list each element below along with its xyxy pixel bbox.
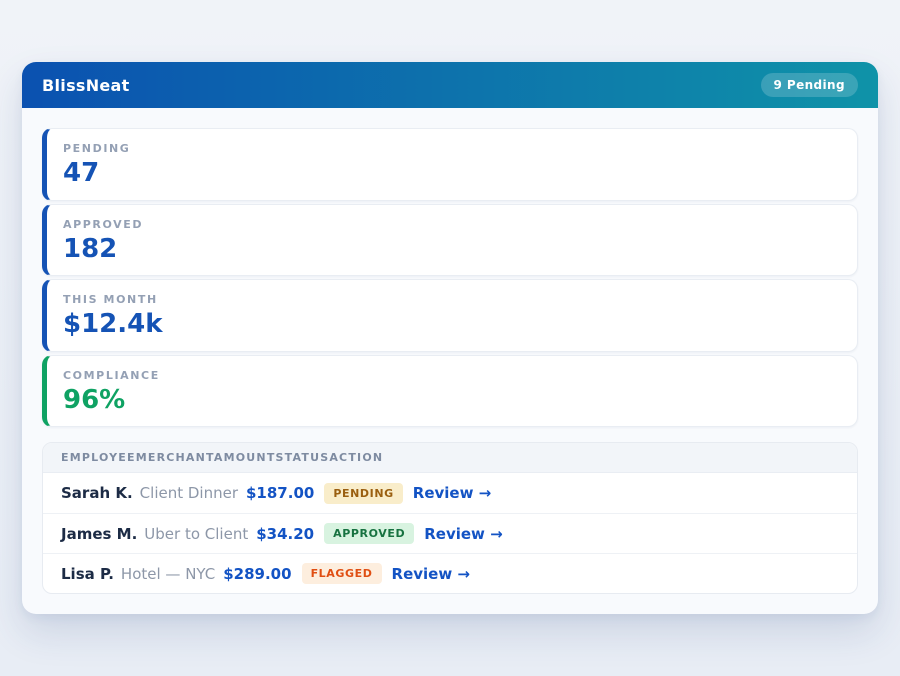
status-badge: FLAGGED	[302, 563, 382, 584]
stat-value: 182	[63, 235, 841, 264]
app-header: BlissNeat 9 Pending	[22, 62, 878, 108]
expense-amount: $187.00	[246, 484, 314, 502]
expense-amount: $289.00	[223, 565, 291, 583]
column-header-status: STATUS	[276, 451, 330, 464]
stat-value: 47	[63, 159, 841, 188]
expense-table: EMPLOYEEMERCHANTAMOUNTSTATUSACTION Sarah…	[42, 442, 858, 594]
status-badge: APPROVED	[324, 523, 414, 544]
pending-count-badge: 9 Pending	[761, 73, 858, 97]
app-title: BlissNeat	[42, 76, 130, 95]
table-row[interactable]: James M. Uber to Client $34.20 APPROVED …	[43, 513, 857, 553]
stat-card-this-month: THIS MONTH $12.4k	[42, 279, 858, 352]
stat-card-pending: PENDING 47	[42, 128, 858, 201]
merchant-name: Client Dinner	[140, 484, 238, 502]
stat-label: THIS MONTH	[63, 293, 841, 306]
table-header-row: EMPLOYEEMERCHANTAMOUNTSTATUSACTION	[43, 443, 857, 473]
employee-name: Lisa P.	[61, 565, 114, 583]
main-content: PENDING 47 APPROVED 182 THIS MONTH $12.4…	[22, 108, 878, 614]
merchant-name: Hotel — NYC	[121, 565, 215, 583]
stat-value: 96%	[63, 386, 841, 415]
employee-name: Sarah K.	[61, 484, 133, 502]
table-row[interactable]: Lisa P. Hotel — NYC $289.00 FLAGGED Revi…	[43, 553, 857, 593]
column-header-merchant: MERCHANT	[136, 451, 214, 464]
app-window: BlissNeat 9 Pending PENDING 47 APPROVED …	[22, 62, 878, 614]
stat-card-approved: APPROVED 182	[42, 204, 858, 277]
status-badge: PENDING	[324, 483, 402, 504]
column-header-amount: AMOUNT	[214, 451, 276, 464]
review-link[interactable]: Review →	[413, 484, 491, 502]
column-header-action: ACTION	[329, 451, 383, 464]
expense-amount: $34.20	[256, 525, 314, 543]
stat-value: $12.4k	[63, 310, 841, 339]
employee-name: James M.	[61, 525, 137, 543]
review-link[interactable]: Review →	[392, 565, 470, 583]
column-header-employee: EMPLOYEE	[61, 451, 136, 464]
stat-label: APPROVED	[63, 218, 841, 231]
review-link[interactable]: Review →	[424, 525, 502, 543]
stat-label: PENDING	[63, 142, 841, 155]
stat-card-compliance: COMPLIANCE 96%	[42, 355, 858, 428]
merchant-name: Uber to Client	[144, 525, 248, 543]
table-row[interactable]: Sarah K. Client Dinner $187.00 PENDING R…	[43, 473, 857, 513]
stat-label: COMPLIANCE	[63, 369, 841, 382]
